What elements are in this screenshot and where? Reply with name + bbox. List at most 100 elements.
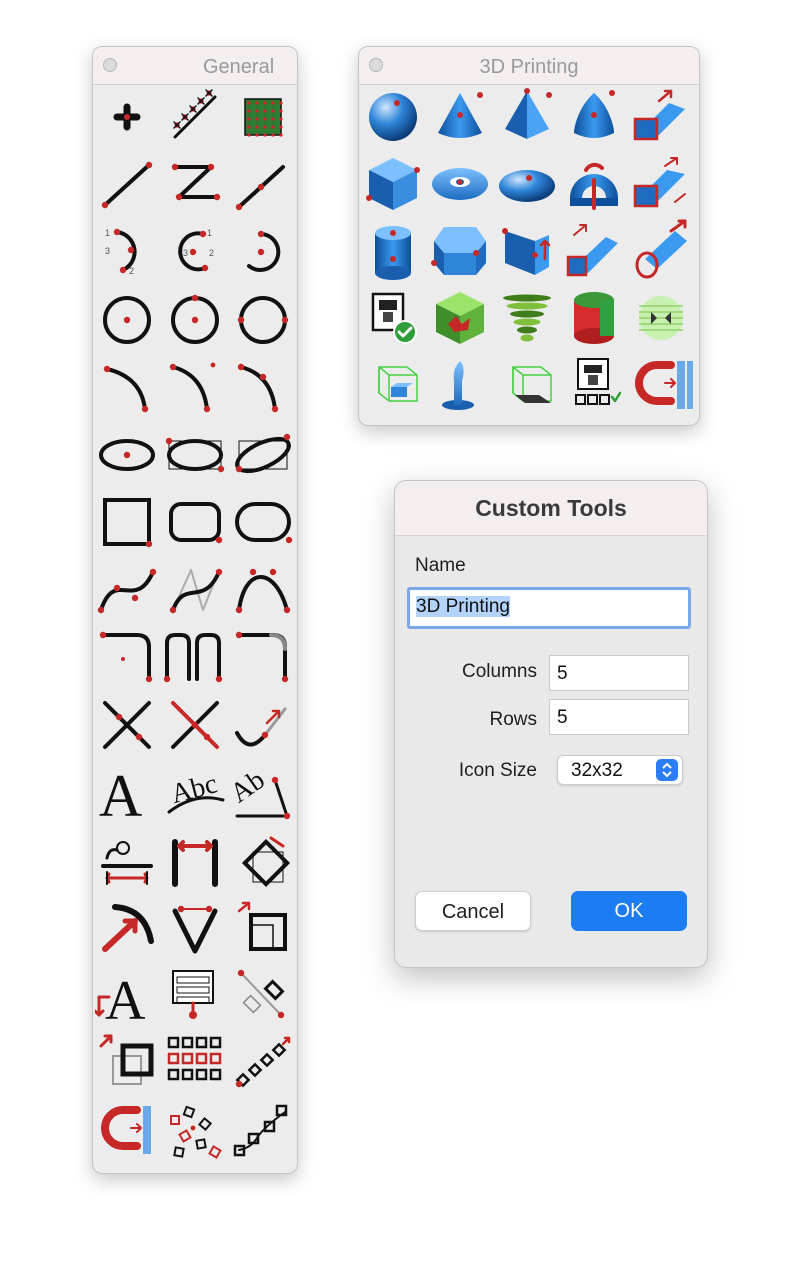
tool-button[interactable] — [629, 219, 693, 283]
tool-button[interactable] — [163, 895, 227, 959]
tool-button[interactable] — [163, 963, 227, 1027]
tool-button[interactable] — [231, 558, 295, 622]
tool-button[interactable]: Ab — [231, 760, 295, 824]
tool-button[interactable]: 1 3 2 — [95, 220, 159, 284]
tool-button[interactable] — [95, 1030, 159, 1094]
tool-button[interactable] — [95, 355, 159, 419]
columns-field[interactable]: 5 — [549, 655, 689, 691]
tool-button[interactable] — [95, 153, 159, 217]
tool-button[interactable] — [95, 288, 159, 352]
tool-button[interactable] — [231, 963, 295, 1027]
tool-button[interactable] — [231, 1098, 295, 1162]
tool-button[interactable] — [428, 219, 492, 283]
tool-button[interactable] — [163, 693, 227, 757]
tool-button[interactable] — [231, 288, 295, 352]
tool-button[interactable] — [231, 355, 295, 419]
pyramid-icon — [505, 88, 552, 139]
rows-field[interactable]: 5 — [549, 699, 689, 735]
tool-button[interactable] — [629, 353, 693, 417]
svg-text:Abc: Abc — [168, 768, 221, 810]
name-field[interactable]: 3D Printing — [407, 587, 691, 629]
palette-title: General — [203, 56, 275, 78]
tool-button[interactable] — [428, 353, 492, 417]
tool-button[interactable] — [361, 286, 425, 350]
tool-button[interactable] — [231, 423, 295, 487]
tool-button[interactable] — [562, 85, 626, 149]
tool-button[interactable] — [95, 1098, 159, 1162]
ok-button[interactable]: OK — [571, 891, 687, 931]
close-button[interactable] — [103, 58, 117, 72]
tool-button[interactable] — [163, 1030, 227, 1094]
tool-button[interactable] — [163, 355, 227, 419]
tool-button[interactable] — [361, 152, 425, 216]
general-palette-titlebar[interactable]: General — [93, 47, 297, 85]
tool-button[interactable]: Abc — [163, 760, 227, 824]
tool-button[interactable] — [562, 286, 626, 350]
path-distribute-icon — [233, 1104, 288, 1156]
tool-button[interactable] — [95, 490, 159, 554]
tool-button[interactable] — [361, 219, 425, 283]
tool-button[interactable] — [163, 423, 227, 487]
circle-three-point-icon — [171, 294, 219, 344]
tool-button[interactable] — [95, 423, 159, 487]
trim-icon — [171, 700, 219, 749]
tool-button[interactable] — [562, 219, 626, 283]
tool-button[interactable] — [629, 85, 693, 149]
tool-button[interactable] — [629, 152, 693, 216]
tool-button[interactable] — [163, 153, 227, 217]
tool-button[interactable] — [95, 85, 159, 149]
tool-button[interactable] — [163, 558, 227, 622]
3d-printing-palette-titlebar[interactable]: 3D Printing — [359, 47, 699, 85]
svg-text:A: A — [105, 970, 146, 1027]
tool-button[interactable] — [231, 625, 295, 689]
tool-button[interactable] — [231, 220, 295, 284]
bounding-box-dark-icon — [512, 366, 552, 403]
tool-button[interactable] — [562, 152, 626, 216]
layered-cone-icon — [503, 294, 551, 342]
tool-button[interactable] — [562, 353, 626, 417]
tool-button[interactable] — [495, 286, 559, 350]
tool-button[interactable] — [495, 219, 559, 283]
tool-button[interactable] — [361, 85, 425, 149]
tool-button[interactable] — [163, 828, 227, 892]
tool-button[interactable] — [163, 490, 227, 554]
tool-button[interactable] — [231, 828, 295, 892]
svg-text:A: A — [99, 763, 142, 824]
tool-button[interactable] — [495, 353, 559, 417]
tool-button[interactable] — [428, 286, 492, 350]
tool-button[interactable] — [231, 490, 295, 554]
tool-button[interactable] — [231, 153, 295, 217]
tool-button[interactable] — [163, 85, 227, 149]
tool-button[interactable] — [95, 828, 159, 892]
tool-button[interactable] — [231, 1030, 295, 1094]
cancel-button[interactable]: Cancel — [415, 891, 531, 931]
offset-box-icon — [237, 901, 287, 951]
tool-button[interactable] — [95, 895, 159, 959]
tool-button[interactable] — [95, 558, 159, 622]
tool-button[interactable] — [231, 693, 295, 757]
tool-button[interactable] — [163, 1098, 227, 1162]
point-grid-tool-icon — [244, 98, 283, 137]
tool-button[interactable] — [361, 353, 425, 417]
tool-button[interactable] — [95, 693, 159, 757]
tool-button[interactable]: A — [95, 963, 159, 1027]
double-fillet-icon — [163, 633, 223, 683]
general-palette-window: General 1 3 2 1 3 2 A Abc Ab A — [92, 46, 298, 1174]
tool-button[interactable] — [163, 288, 227, 352]
tool-button[interactable] — [231, 85, 295, 149]
tool-button[interactable] — [629, 286, 693, 350]
icon-size-select[interactable]: 32x32 — [557, 755, 683, 785]
dimension-angle-icon — [172, 905, 218, 954]
tool-button[interactable] — [231, 895, 295, 959]
bounding-box-blue-icon — [378, 366, 418, 402]
arc-center-radius-icon — [247, 230, 281, 272]
tool-button[interactable] — [495, 85, 559, 149]
tool-button[interactable]: 1 3 2 — [163, 220, 227, 284]
tool-button[interactable] — [495, 152, 559, 216]
tool-button[interactable] — [95, 625, 159, 689]
tool-button[interactable] — [428, 152, 492, 216]
tool-button[interactable]: A — [95, 760, 159, 824]
line-segment-icon — [101, 161, 153, 208]
tool-button[interactable] — [428, 85, 492, 149]
tool-button[interactable] — [163, 625, 227, 689]
